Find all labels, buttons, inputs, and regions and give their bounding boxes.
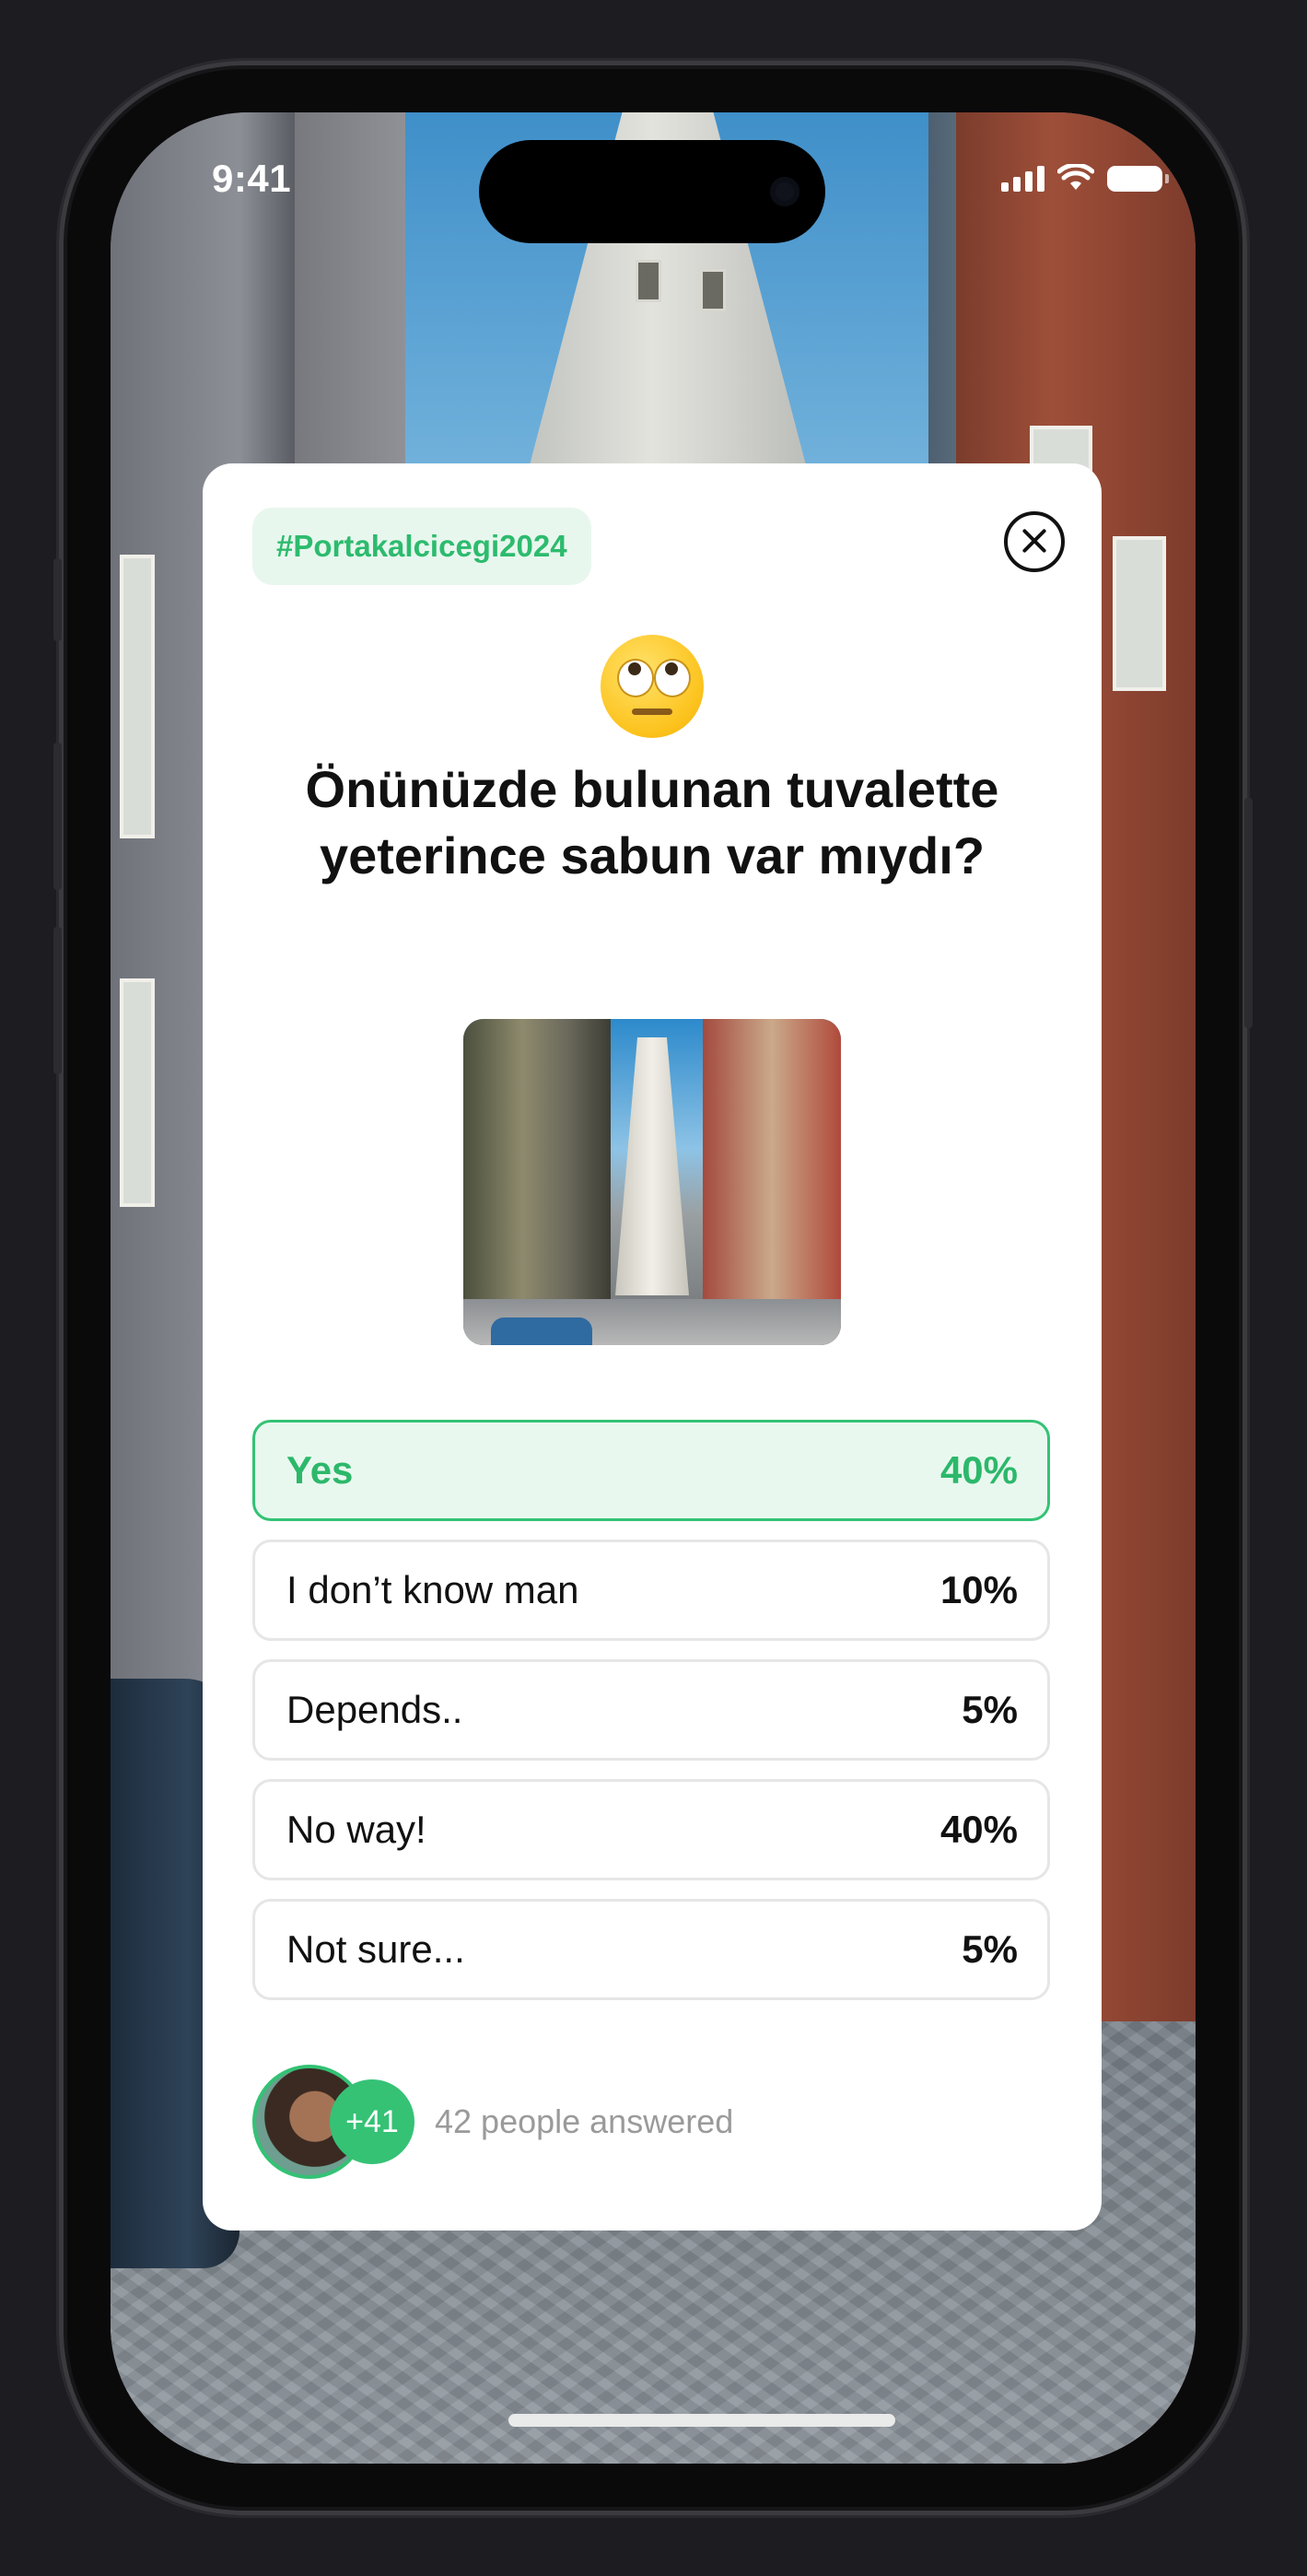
option-percent: 5% (962, 1688, 1018, 1731)
option-label: Not sure... (286, 1927, 465, 1971)
eye-roll-emoji-icon (601, 635, 704, 738)
battery-icon (1107, 166, 1169, 192)
hashtag-badge[interactable]: #Portakalcicegi2024 (252, 508, 591, 585)
option-label: Depends.. (286, 1688, 463, 1731)
status-icons (1001, 164, 1169, 192)
volume-up-button (53, 743, 62, 890)
option-percent: 10% (939, 1568, 1018, 1611)
close-button[interactable] (1004, 511, 1065, 572)
poll-card: #Portakalcicegi2024 Önünüzde bulunan tuv… (203, 463, 1102, 2231)
front-camera (770, 177, 799, 206)
screen: 9:41 #Portakalcicegi2024 Önünüzde buluna… (111, 112, 1196, 2464)
poll-question: Önünüzde bulunan tuvalette yeterince sab… (305, 760, 999, 884)
home-indicator[interactable] (508, 2414, 895, 2427)
poll-image (463, 1019, 841, 1345)
cellular-signal-icon (1001, 166, 1044, 192)
option-percent: 5% (962, 1927, 1018, 1971)
phone-frame: 9:41 #Portakalcicegi2024 Önünüzde buluna… (53, 61, 1253, 2515)
option-label: No way! (286, 1808, 426, 1851)
option-percent: 40% (939, 1808, 1018, 1851)
poll-option-depends[interactable]: Depends.. 5% (252, 1659, 1050, 1761)
option-percent: 40% (939, 1448, 1018, 1492)
poll-option-yes[interactable]: Yes 40% (252, 1420, 1050, 1521)
poll-options: Yes 40% I don’t know man 10% Depends.. 5… (252, 1420, 1050, 2019)
answered-count: 42 people answered (435, 2102, 734, 2140)
status-time: 9:41 (212, 157, 292, 200)
poll-option-no-way[interactable]: No way! 40% (252, 1779, 1050, 1880)
more-respondents-badge[interactable]: +41 (330, 2079, 414, 2164)
dynamic-island (479, 140, 825, 243)
option-label: I don’t know man (286, 1568, 579, 1611)
poll-option-dont-know[interactable]: I don’t know man 10% (252, 1540, 1050, 1641)
option-label: Yes (286, 1448, 354, 1492)
power-button (1244, 798, 1253, 1028)
poll-option-not-sure[interactable]: Not sure... 5% (252, 1899, 1050, 2000)
respondents-footer: +41 42 people answered (252, 2061, 733, 2183)
wifi-icon (1057, 164, 1094, 190)
mute-switch (53, 558, 62, 641)
volume-down-button (53, 927, 62, 1074)
